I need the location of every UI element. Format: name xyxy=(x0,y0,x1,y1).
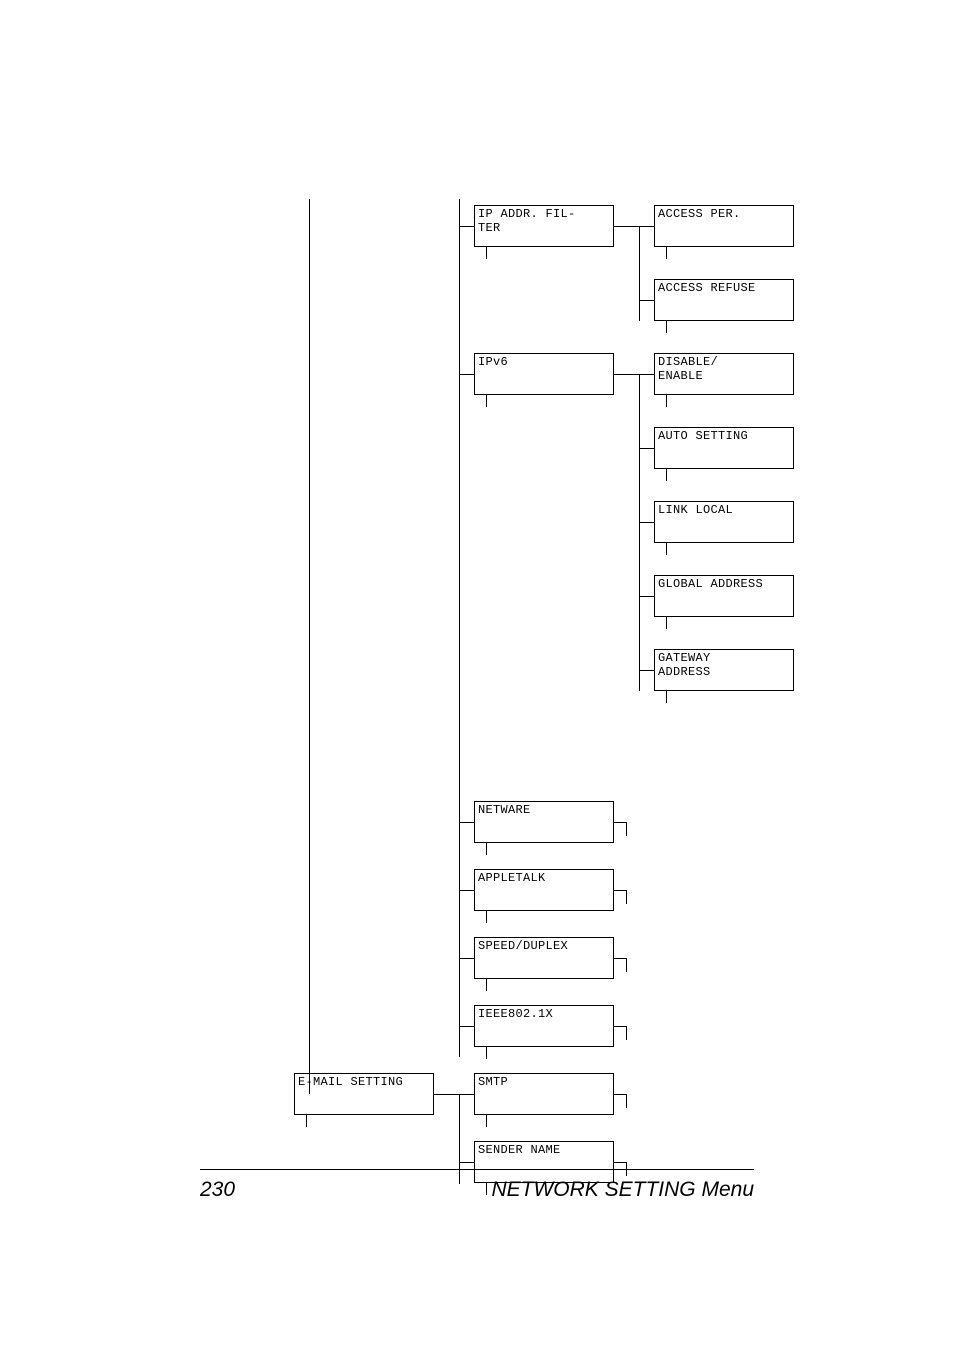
connector-line xyxy=(614,226,639,227)
connector-line xyxy=(626,958,627,972)
connector-line xyxy=(614,1026,626,1027)
connector-line xyxy=(486,1047,487,1059)
connector-line xyxy=(639,300,654,301)
connector-line xyxy=(459,958,474,959)
connector-line xyxy=(666,691,667,703)
connector-line xyxy=(486,247,487,259)
connector-line xyxy=(626,1094,627,1108)
connector-line xyxy=(639,374,654,375)
connector-line xyxy=(666,247,667,259)
connector-line xyxy=(614,822,626,823)
menu-node-sender-name: SENDER NAME xyxy=(474,1141,614,1183)
connector-line xyxy=(639,374,640,691)
connector-line xyxy=(459,374,474,375)
menu-node-access-per: ACCESS PER. xyxy=(654,205,794,247)
connector-line xyxy=(614,890,626,891)
connector-line xyxy=(666,469,667,481)
menu-node-appletalk: APPLETALK xyxy=(474,869,614,911)
menu-node-smtp: SMTP xyxy=(474,1073,614,1115)
connector-line xyxy=(614,1162,626,1163)
menu-node-access-refuse: ACCESS REFUSE xyxy=(654,279,794,321)
connector-line xyxy=(486,911,487,923)
menu-node-ip-addr-filter: IP ADDR. FIL- TER xyxy=(474,205,614,247)
connector-line xyxy=(486,979,487,991)
connector-line xyxy=(666,321,667,333)
connector-line xyxy=(459,1094,460,1184)
connector-line xyxy=(666,617,667,629)
menu-node-email-setting: E-MAIL SETTING xyxy=(294,1073,434,1115)
connector-line xyxy=(459,1026,474,1027)
connector-line xyxy=(626,1026,627,1040)
connector-line xyxy=(639,522,654,523)
connector-line xyxy=(459,1162,474,1163)
connector-line xyxy=(306,1115,307,1127)
connector-line xyxy=(639,226,640,321)
connector-line xyxy=(459,822,474,823)
connector-line xyxy=(486,843,487,855)
connector-line xyxy=(486,395,487,407)
menu-node-disable-enable: DISABLE/ ENABLE xyxy=(654,353,794,395)
menu-node-ieee8021x: IEEE802.1X xyxy=(474,1005,614,1047)
menu-node-netware: NETWARE xyxy=(474,801,614,843)
footer-title: NETWORK SETTING Menu xyxy=(491,1178,754,1202)
page-footer: 230 NETWORK SETTING Menu xyxy=(200,1178,754,1202)
connector-line xyxy=(434,1094,459,1095)
connector-line xyxy=(639,670,654,671)
connector-line xyxy=(309,199,310,1094)
footer-rule xyxy=(200,1169,754,1170)
connector-line xyxy=(459,1094,474,1095)
menu-node-link-local: LINK LOCAL xyxy=(654,501,794,543)
menu-node-ipv6: IPv6 xyxy=(474,353,614,395)
connector-line xyxy=(639,226,654,227)
page: E-MAIL SETTING IP ADDR. FIL- TER IPv6 NE… xyxy=(0,0,954,1350)
menu-node-speed-duplex: SPEED/DUPLEX xyxy=(474,937,614,979)
connector-line xyxy=(486,1115,487,1127)
connector-line xyxy=(614,958,626,959)
connector-line xyxy=(614,1094,626,1095)
connector-line xyxy=(459,890,474,891)
connector-line xyxy=(639,596,654,597)
connector-line xyxy=(459,226,474,227)
connector-line xyxy=(666,543,667,555)
menu-node-auto-setting: AUTO SETTING xyxy=(654,427,794,469)
connector-line xyxy=(626,822,627,836)
connector-line xyxy=(639,448,654,449)
menu-node-gateway-address: GATEWAY ADDRESS xyxy=(654,649,794,691)
connector-line xyxy=(626,890,627,904)
connector-line xyxy=(614,374,639,375)
menu-tree-diagram: E-MAIL SETTING IP ADDR. FIL- TER IPv6 NE… xyxy=(294,205,844,1137)
page-number: 230 xyxy=(200,1178,235,1202)
connector-line xyxy=(459,199,460,1057)
menu-node-global-address: GLOBAL ADDRESS xyxy=(654,575,794,617)
connector-line xyxy=(666,395,667,407)
